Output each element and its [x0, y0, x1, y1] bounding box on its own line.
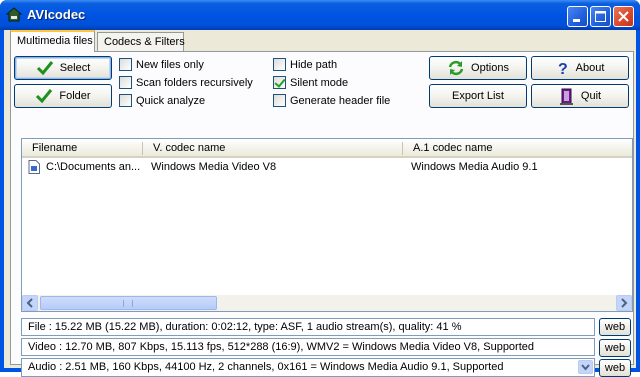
tab-codecs-filters[interactable]: Codecs & Filters [97, 32, 185, 52]
checkbox-box[interactable] [273, 58, 286, 71]
about-button[interactable]: ? About [531, 56, 629, 80]
checkbox-label: Silent mode [290, 76, 349, 89]
cell-vcodec: Windows Media Video V8 [151, 161, 277, 173]
audio-web-button[interactable]: web [599, 359, 631, 377]
file-info-text: File : 15.22 MB (15.22 MB), duration: 0:… [28, 321, 462, 333]
checkbox-box[interactable] [273, 94, 286, 107]
video-web-button[interactable]: web [599, 339, 631, 357]
quick-analyze-checkbox[interactable]: Quick analyze [119, 94, 205, 107]
checkbox-label: Quick analyze [136, 94, 206, 107]
folder-button[interactable]: Folder [14, 84, 112, 108]
checkbox-label: Hide path [290, 58, 338, 71]
scan-folders-recursively-checkbox[interactable]: Scan folders recursively [119, 76, 253, 89]
media-file-icon [28, 160, 40, 174]
scroll-right-button[interactable] [616, 295, 632, 311]
multimedia-files-panel: Select Folder New files only Scan folder… [10, 51, 634, 377]
select-button-label: Select [59, 62, 91, 74]
checkbox-label: New files only [136, 58, 204, 71]
options-button[interactable]: Options [429, 56, 527, 80]
checkmark-icon [36, 61, 53, 76]
window-title: AVIcodec [27, 7, 86, 22]
checkbox-box[interactable] [119, 94, 132, 107]
maximize-icon [595, 11, 606, 22]
minimize-button[interactable] [567, 6, 588, 27]
cell-filename: C:\Documents an... [46, 161, 141, 173]
svg-text:?: ? [558, 61, 568, 76]
video-info-text: Video : 12.70 MB, 807 Kbps, 15.113 fps, … [28, 341, 535, 353]
close-icon [618, 11, 629, 22]
checkbox-box[interactable] [119, 76, 132, 89]
quit-button-label: Quit [580, 90, 602, 102]
export-list-button[interactable]: Export List [429, 84, 527, 108]
close-button[interactable] [613, 6, 634, 27]
select-button[interactable]: Select [14, 56, 112, 80]
options-button-label: Options [471, 62, 509, 74]
silent-mode-checkbox[interactable]: Silent mode [273, 76, 348, 89]
refresh-icon [448, 60, 464, 76]
title-bar[interactable]: AVIcodec [0, 0, 640, 30]
column-divider[interactable] [402, 142, 403, 155]
horizontal-scrollbar[interactable] [22, 295, 632, 311]
app-window: AVIcodec Multimedia files Codecs & Filte… [0, 0, 640, 377]
about-button-label: About [575, 62, 605, 74]
column-header-acodec[interactable]: A.1 codec name [413, 142, 493, 154]
table-row[interactable]: C:\Documents an... Windows Media Video V… [22, 159, 632, 175]
audio-stream-select[interactable]: Audio : 2.51 MB, 160 Kbps, 44100 Hz, 2 c… [21, 358, 595, 377]
file-info-field[interactable]: File : 15.22 MB (15.22 MB), duration: 0:… [21, 318, 595, 336]
export-list-button-label: Export List [452, 90, 504, 102]
chevron-down-icon [581, 364, 590, 371]
scroll-thumb[interactable] [40, 296, 217, 310]
column-header-vcodec[interactable]: V. codec name [153, 142, 225, 154]
scroll-grip-icon [123, 300, 133, 307]
checkbox-label: Generate header file [290, 94, 391, 107]
checkmark-icon [36, 89, 53, 104]
hide-path-checkbox[interactable]: Hide path [273, 58, 337, 71]
arrow-left-icon [26, 298, 33, 308]
column-header-filename[interactable]: Filename [32, 142, 77, 154]
window-client-area: Multimedia files Codecs & Filters Select… [4, 30, 636, 377]
exit-door-icon [559, 88, 573, 105]
video-info-field[interactable]: Video : 12.70 MB, 807 Kbps, 15.113 fps, … [21, 338, 595, 356]
new-files-only-checkbox[interactable]: New files only [119, 58, 204, 71]
scroll-left-button[interactable] [22, 295, 38, 311]
window-frame-right [636, 30, 640, 372]
checkbox-label: Scan folders recursively [136, 76, 253, 89]
help-question-icon: ? [558, 61, 568, 76]
tab-multimedia-files[interactable]: Multimedia files [10, 30, 95, 52]
quit-button[interactable]: Quit [531, 84, 629, 108]
audio-info-text: Audio : 2.51 MB, 160 Kbps, 44100 Hz, 2 c… [28, 361, 504, 373]
file-list-header: Filename V. codec name A.1 codec name [22, 139, 632, 158]
column-divider[interactable] [142, 142, 143, 155]
generate-header-file-checkbox[interactable]: Generate header file [273, 94, 390, 107]
app-icon [6, 7, 22, 22]
checkbox-box-checked[interactable] [273, 76, 286, 89]
maximize-button[interactable] [590, 6, 611, 27]
file-web-button[interactable]: web [599, 318, 631, 336]
tab-label: Multimedia files [17, 35, 93, 47]
checkbox-box[interactable] [119, 58, 132, 71]
arrow-right-icon [621, 298, 628, 308]
file-list[interactable]: Filename V. codec name A.1 codec name C:… [21, 138, 633, 312]
minimize-icon [573, 19, 580, 22]
folder-button-label: Folder [59, 90, 91, 102]
tab-label: Codecs & Filters [104, 36, 185, 48]
cell-acodec: Windows Media Audio 9.1 [411, 161, 538, 173]
